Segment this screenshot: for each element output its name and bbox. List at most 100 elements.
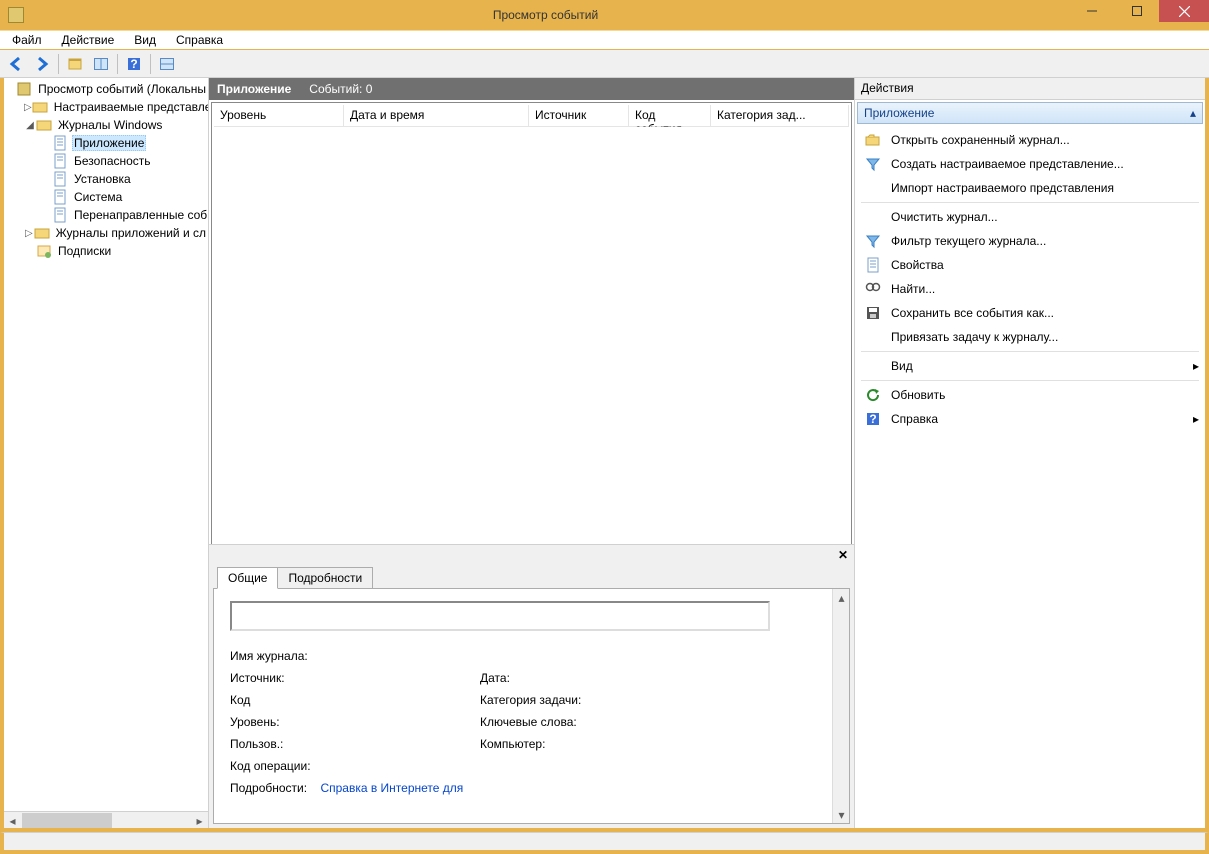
menu-file[interactable]: Файл xyxy=(4,31,50,49)
expand-icon[interactable]: ▷ xyxy=(24,228,34,239)
eventvwr-icon xyxy=(16,81,32,97)
separator xyxy=(861,351,1199,352)
log-icon xyxy=(52,207,68,223)
actions-section-header[interactable]: Приложение ▴ xyxy=(857,102,1203,124)
tree-horizontal-scrollbar[interactable]: ◂ ▸ xyxy=(4,811,208,828)
svg-text:?: ? xyxy=(869,412,876,426)
log-icon xyxy=(52,135,68,151)
save-icon xyxy=(865,305,881,321)
tree-security[interactable]: Безопасность xyxy=(4,152,208,170)
scroll-down-icon[interactable]: ▾ xyxy=(833,806,850,823)
action-clear-log[interactable]: Очистить журнал... xyxy=(855,205,1205,229)
action-refresh[interactable]: Обновить xyxy=(855,383,1205,407)
field-log-name: Имя журнала: xyxy=(230,649,480,663)
field-date: Дата: xyxy=(480,671,730,685)
log-icon xyxy=(52,171,68,187)
tree-windows-logs[interactable]: ◢ Журналы Windows xyxy=(4,116,208,134)
menu-view[interactable]: Вид xyxy=(126,31,164,49)
online-help-link[interactable]: Справка в Интернете для xyxy=(320,781,463,795)
tree-system[interactable]: Система xyxy=(4,188,208,206)
app-icon xyxy=(8,7,24,23)
forward-button[interactable] xyxy=(30,52,54,76)
toolbar: ? xyxy=(0,50,1209,78)
detail-tabs: Общие Подробности xyxy=(209,565,854,589)
action-import-custom-view[interactable]: Импорт настраиваемого представления xyxy=(855,176,1205,200)
tree-forwarded[interactable]: Перенаправленные соб xyxy=(4,206,208,224)
scroll-up-icon[interactable]: ▴ xyxy=(833,589,850,606)
folder-icon xyxy=(32,99,48,115)
event-grid-header: Уровень Дата и время Источник Код событи… xyxy=(214,105,849,127)
minimize-button[interactable] xyxy=(1069,0,1114,22)
column-level[interactable]: Уровень xyxy=(214,105,344,126)
detail-content: Имя журнала: Источник: Дата: Код Категор… xyxy=(214,589,832,823)
column-datetime[interactable]: Дата и время xyxy=(344,105,529,126)
filter-icon xyxy=(865,156,881,172)
status-bar xyxy=(0,832,1209,854)
show-hide-tree-button[interactable] xyxy=(63,52,87,76)
tree-subscriptions[interactable]: Подписки xyxy=(4,242,208,260)
separator xyxy=(861,202,1199,203)
collapse-icon[interactable]: ◢ xyxy=(24,120,36,131)
subscriptions-icon xyxy=(36,243,52,259)
scroll-thumb[interactable] xyxy=(22,813,112,828)
tree-root[interactable]: Просмотр событий (Локальны xyxy=(4,80,208,98)
toolbar-separator xyxy=(58,54,59,74)
action-view[interactable]: Вид ▸ xyxy=(855,354,1205,378)
title-bar: Просмотр событий xyxy=(0,0,1209,30)
log-icon xyxy=(52,153,68,169)
submenu-arrow-icon: ▸ xyxy=(1193,412,1199,426)
action-create-custom-view[interactable]: Создать настраиваемое представление... xyxy=(855,152,1205,176)
separator xyxy=(861,380,1199,381)
center-header-title: Приложение xyxy=(217,82,291,96)
help-button[interactable]: ? xyxy=(122,52,146,76)
properties-icon xyxy=(865,257,881,273)
menu-help[interactable]: Справка xyxy=(168,31,231,49)
close-button[interactable] xyxy=(1159,0,1209,22)
expand-icon[interactable]: ▷ xyxy=(24,102,32,113)
tree-setup[interactable]: Установка xyxy=(4,170,208,188)
svg-text:?: ? xyxy=(130,57,137,71)
field-more-info: Подробности: Справка в Интернете для xyxy=(230,781,480,795)
scroll-left-icon[interactable]: ◂ xyxy=(4,812,21,829)
navigation-tree[interactable]: Просмотр событий (Локальны ▷ Настраиваем… xyxy=(4,78,208,811)
show-hide-action-button[interactable] xyxy=(89,52,113,76)
tree-application[interactable]: Приложение xyxy=(4,134,208,152)
action-open-saved-log[interactable]: Открыть сохраненный журнал... xyxy=(855,128,1205,152)
actions-pane-title: Действия xyxy=(855,78,1205,100)
scroll-right-icon[interactable]: ▸ xyxy=(191,812,208,829)
actions-pane: Действия Приложение ▴ Открыть сохраненны… xyxy=(855,78,1205,828)
field-code: Код xyxy=(230,693,480,707)
filter-icon xyxy=(865,233,881,249)
action-attach-task[interactable]: Привязать задачу к журналу... xyxy=(855,325,1205,349)
blank-icon xyxy=(865,358,881,374)
detail-description-box[interactable] xyxy=(230,601,770,631)
menu-bar: Файл Действие Вид Справка xyxy=(0,30,1209,50)
help-icon: ? xyxy=(865,411,881,427)
center-header: Приложение Событий: 0 xyxy=(209,78,854,100)
tree-custom-views[interactable]: ▷ Настраиваемые представле xyxy=(4,98,208,116)
find-icon xyxy=(865,281,881,297)
action-find[interactable]: Найти... xyxy=(855,277,1205,301)
back-button[interactable] xyxy=(4,52,28,76)
action-filter-log[interactable]: Фильтр текущего журнала... xyxy=(855,229,1205,253)
field-source: Источник: xyxy=(230,671,480,685)
column-category[interactable]: Категория зад... xyxy=(711,105,849,126)
tree-app-service-logs[interactable]: ▷ Журналы приложений и сл xyxy=(4,224,208,242)
detail-vertical-scrollbar[interactable]: ▴ ▾ xyxy=(832,589,849,823)
event-grid-body[interactable] xyxy=(214,127,849,544)
tab-general[interactable]: Общие xyxy=(217,567,278,589)
action-properties[interactable]: Свойства xyxy=(855,253,1205,277)
column-event-id[interactable]: Код события xyxy=(629,105,711,126)
maximize-button[interactable] xyxy=(1114,0,1159,22)
action-help[interactable]: ? Справка ▸ xyxy=(855,407,1205,431)
detail-close-button[interactable]: ✕ xyxy=(838,548,848,562)
action-save-all-events[interactable]: Сохранить все события как... xyxy=(855,301,1205,325)
field-opcode: Код операции: xyxy=(230,759,480,773)
menu-action[interactable]: Действие xyxy=(54,31,123,49)
refresh-icon xyxy=(865,387,881,403)
view-options-button[interactable] xyxy=(155,52,179,76)
column-source[interactable]: Источник xyxy=(529,105,629,126)
tab-details[interactable]: Подробности xyxy=(277,567,373,589)
submenu-arrow-icon: ▸ xyxy=(1193,359,1199,373)
field-keywords: Ключевые слова: xyxy=(480,715,730,729)
